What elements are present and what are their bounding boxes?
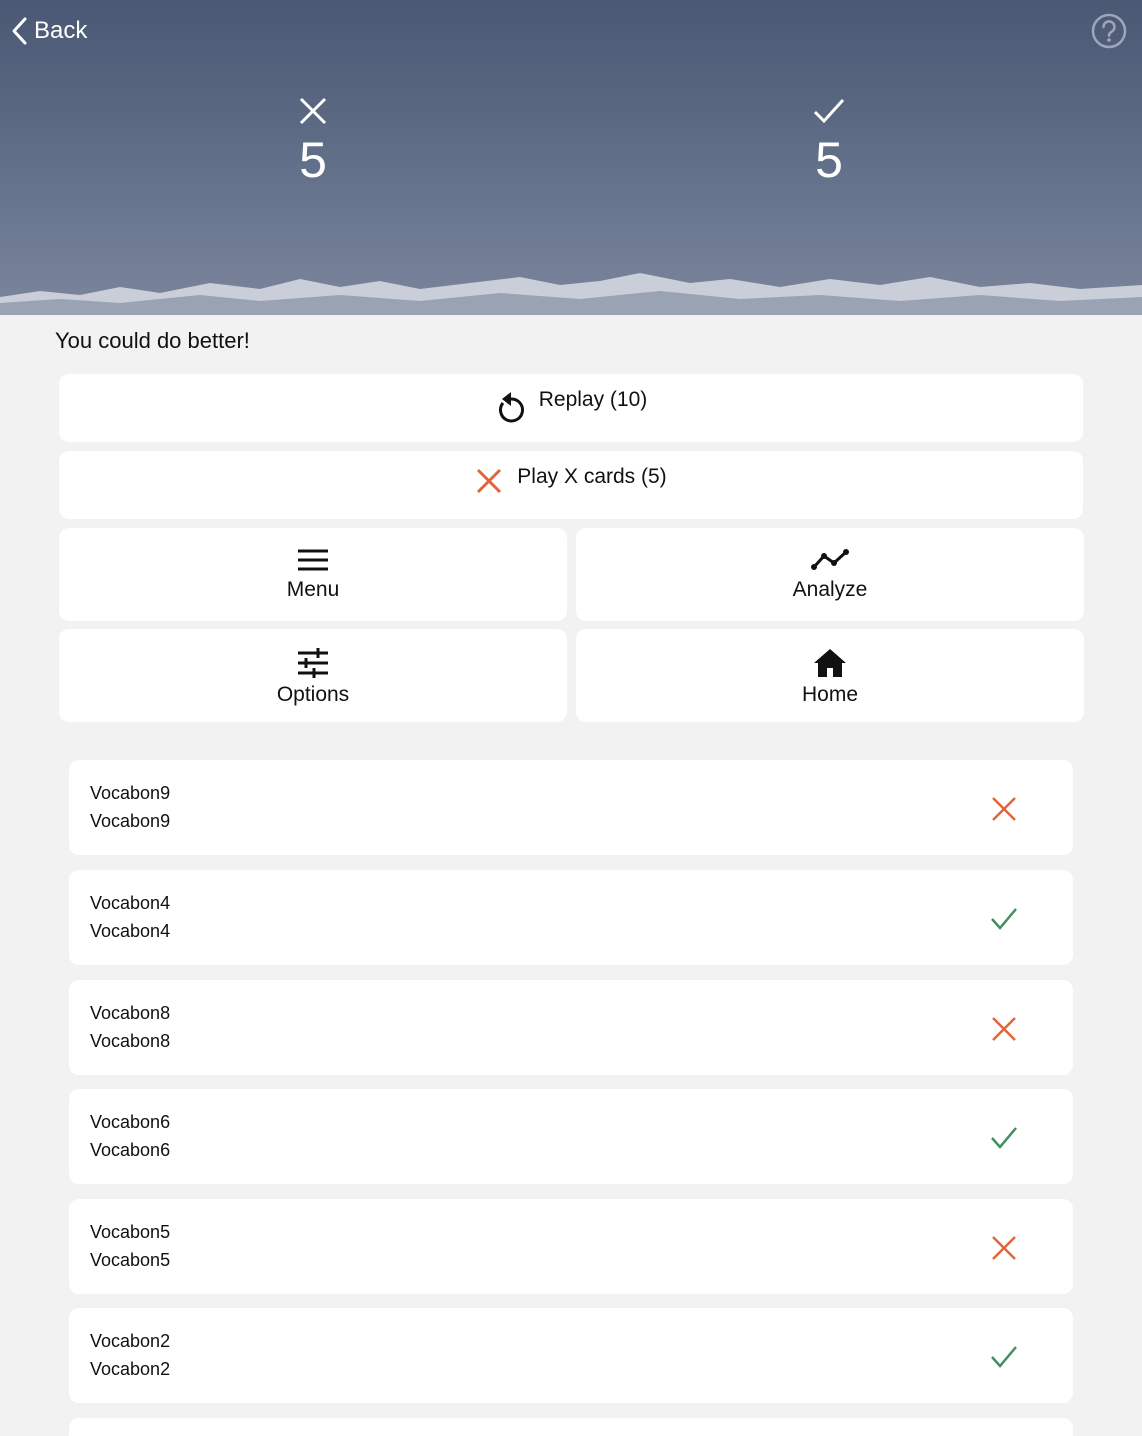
menu-label: Menu (286, 578, 340, 601)
wrong-score: 5 (273, 96, 353, 185)
options-label: Options (276, 683, 350, 706)
card-front: Vocabon5 (90, 1222, 171, 1242)
sliders-icon (298, 648, 328, 678)
x-icon (477, 468, 502, 494)
list-item[interactable]: Vocabon9 Vocabon9 (69, 760, 1073, 855)
results-header: Back 5 5 (0, 0, 1142, 315)
card-back: Vocabon5 (90, 1250, 171, 1270)
back-button[interactable]: Back (10, 14, 87, 48)
back-label: Back (34, 17, 88, 44)
x-icon (992, 1017, 1016, 1041)
replay-icon (498, 392, 524, 423)
list-item[interactable]: Vocabon5 Vocabon5 (69, 1199, 1073, 1294)
list-item[interactable]: Vocabon6 Vocabon6 (69, 1089, 1073, 1184)
x-icon (992, 1236, 1016, 1260)
hamburger-menu-icon (298, 549, 328, 571)
x-icon (299, 97, 327, 125)
right-count: 5 (815, 132, 843, 188)
check-icon (991, 1346, 1017, 1368)
check-icon (813, 98, 845, 124)
x-icon (992, 797, 1016, 821)
card-back: Vocabon2 (90, 1359, 171, 1379)
card-back: Vocabon6 (90, 1140, 171, 1160)
card-front: Vocabon8 (90, 1003, 171, 1023)
card-back: Vocabon8 (90, 1031, 171, 1051)
card-back: Vocabon4 (90, 921, 171, 941)
feedback-message: You could do better! (55, 328, 250, 353)
wrong-count: 5 (299, 132, 327, 188)
list-item[interactable]: Vocabon4 Vocabon4 (69, 870, 1073, 965)
list-item[interactable]: Vocabon2 Vocabon2 (69, 1308, 1073, 1403)
check-icon (991, 1127, 1017, 1149)
line-chart-icon (811, 549, 849, 570)
menu-button[interactable]: Menu (59, 528, 567, 621)
right-score: 5 (789, 96, 869, 185)
mountain-range-image (0, 273, 1142, 315)
play-x-cards-button[interactable]: Play X cards (5) (59, 451, 1083, 519)
replay-button[interactable]: Replay (10) (59, 374, 1083, 442)
card-front: Vocabon9 (90, 783, 171, 803)
home-label: Home (801, 683, 859, 706)
home-button[interactable]: Home (576, 629, 1084, 722)
question-circle-icon[interactable] (1090, 12, 1128, 50)
analyze-label: Analyze (792, 578, 868, 601)
card-front: Vocabon4 (90, 893, 171, 913)
home-icon (814, 649, 846, 677)
options-button[interactable]: Options (59, 629, 567, 722)
list-item[interactable]: Vocabon8 Vocabon8 (69, 980, 1073, 1075)
replay-label: Replay (10) (538, 388, 648, 411)
check-icon (991, 908, 1017, 930)
play-x-cards-label: Play X cards (5) (517, 465, 667, 488)
card-back: Vocabon9 (90, 811, 171, 831)
chevron-left-icon (12, 17, 27, 45)
card-front: Vocabon6 (90, 1112, 171, 1132)
list-item[interactable] (69, 1418, 1073, 1436)
analyze-button[interactable]: Analyze (576, 528, 1084, 621)
card-front: Vocabon2 (90, 1331, 171, 1351)
